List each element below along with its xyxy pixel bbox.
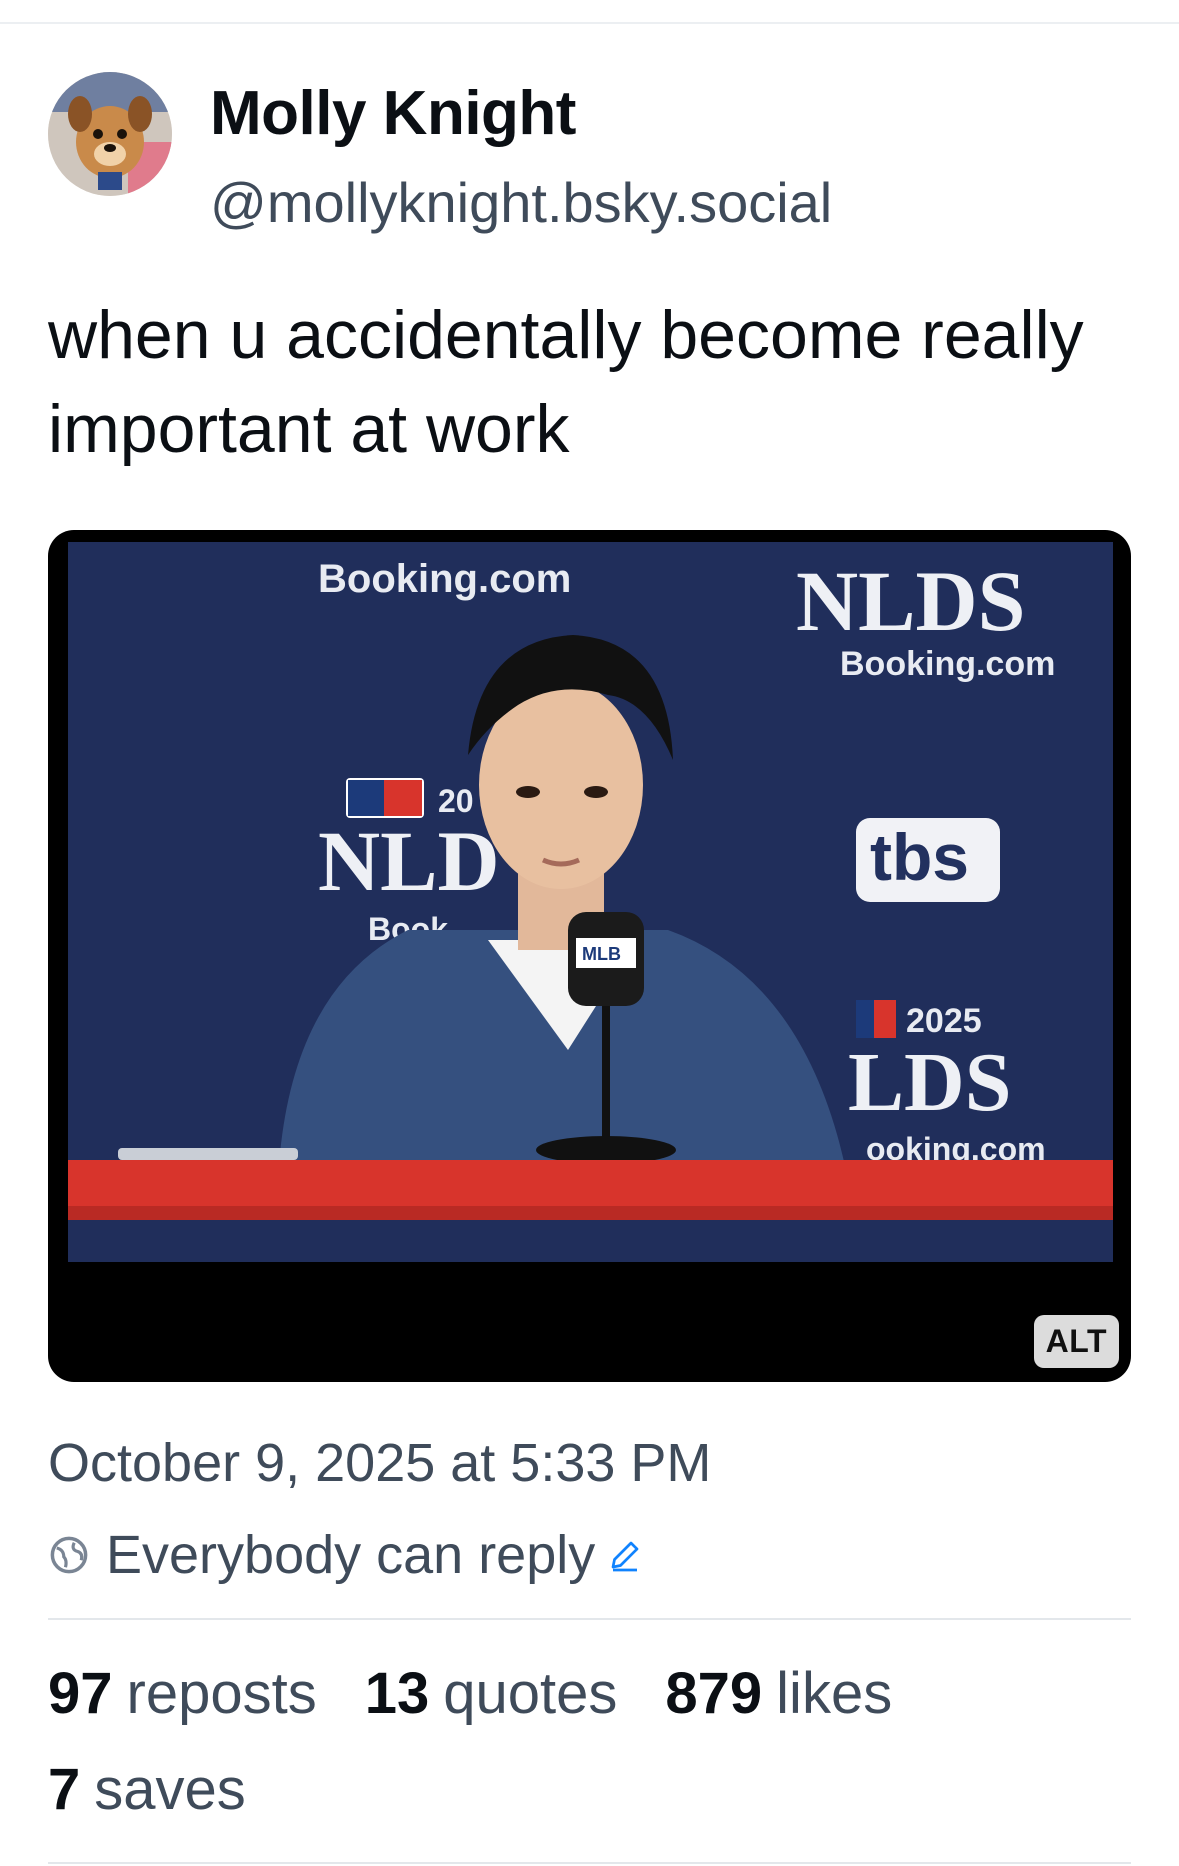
- likes-count: 879: [665, 1661, 763, 1726]
- press-conference-photo: Booking.com NLDS Booking.com 20 NLD Book…: [68, 542, 1113, 1262]
- alt-text-button[interactable]: ALT: [1033, 1315, 1119, 1368]
- mlb-mic-flag: MLB: [582, 944, 621, 964]
- top-divider: [0, 22, 1179, 24]
- author-handle[interactable]: @mollyknight.bsky.social: [210, 170, 832, 235]
- tbs-logo: tbs: [870, 820, 969, 894]
- reposts-count: 97: [48, 1661, 113, 1726]
- nlds-logo-right: NLDS: [796, 553, 1025, 649]
- booking-logo-top: Booking.com: [318, 557, 571, 601]
- likes-stat[interactable]: 879 likes: [665, 1660, 892, 1727]
- reply-setting-label[interactable]: Everybody can reply: [106, 1524, 595, 1586]
- pencil-icon[interactable]: [607, 1537, 643, 1573]
- lds-logo-bottom: LDS: [848, 1036, 1011, 1129]
- saves-stat[interactable]: 7 saves: [48, 1756, 246, 1823]
- author-avatar[interactable]: [48, 72, 172, 196]
- saves-label: saves: [94, 1757, 246, 1822]
- stats-divider-bottom: [48, 1862, 1131, 1864]
- nld-logo-left: NLD: [318, 813, 500, 909]
- quotes-count: 13: [364, 1661, 430, 1726]
- saves-count: 7: [48, 1757, 81, 1822]
- quotes-stat[interactable]: 13 quotes: [365, 1660, 618, 1727]
- reply-settings[interactable]: Everybody can reply: [48, 1520, 643, 1590]
- author-display-name[interactable]: Molly Knight: [210, 78, 576, 149]
- quotes-label: quotes: [443, 1661, 618, 1726]
- post-text: when u accidentally become really import…: [48, 297, 1084, 467]
- likes-label: likes: [776, 1661, 893, 1726]
- stats-divider-top: [48, 1618, 1131, 1620]
- post-image[interactable]: Booking.com NLDS Booking.com 20 NLD Book…: [48, 530, 1131, 1382]
- post-timestamp: October 9, 2025 at 5:33 PM: [48, 1433, 712, 1493]
- year-logo-right: 2025: [906, 1002, 982, 1040]
- reposts-label: reposts: [126, 1661, 317, 1726]
- post-stats: 97 reposts 13 quotes 879 likes 7 saves: [48, 1660, 1148, 1852]
- globe-icon: [50, 1536, 88, 1574]
- dog-avatar-icon: [48, 72, 172, 196]
- booking-logo-right: Booking.com: [840, 645, 1055, 683]
- reposts-stat[interactable]: 97 reposts: [48, 1660, 317, 1727]
